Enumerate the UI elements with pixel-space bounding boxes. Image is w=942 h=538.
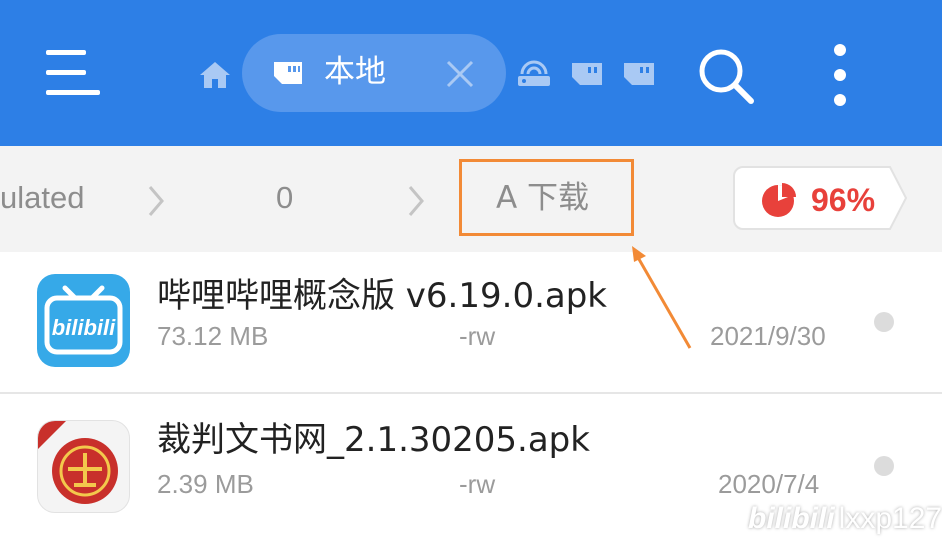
search-icon[interactable] [696,46,756,106]
file-date: 2020/7/4 [718,469,820,499]
storage-usage-percent: 96% [811,182,876,218]
select-checkbox[interactable] [874,456,894,476]
court-document-app-icon [37,420,130,513]
watermark: bilibili lxxp127 [748,500,942,538]
badge-tip [886,166,908,230]
bilibili-app-icon: bilibili [37,274,130,367]
breadcrumb-item[interactable]: 0 [276,176,293,220]
top-toolbar: 本地 [0,0,942,146]
menu-icon[interactable] [46,50,102,96]
tab-label: 本地 [324,54,386,90]
breadcrumb-item[interactable]: ulated [0,176,84,220]
highlight-annotation [459,159,634,236]
list-item[interactable]: bilibili 哔哩哔哩概念版 v6.19.0.apk 73.12 MB -r… [0,252,942,394]
file-permission: -rw [459,469,496,499]
watermark-logo: bilibili [748,502,835,535]
sd-card-icon [274,62,302,84]
storage-usage-badge[interactable]: 96% [733,166,889,230]
annotation-arrow [632,246,692,349]
app-icon-text: bilibili [52,315,116,340]
chevron-right-icon [408,186,424,216]
sd-card-icon[interactable] [570,60,604,88]
select-checkbox[interactable] [874,312,894,332]
file-size: 73.12 MB [157,321,269,351]
file-name: 裁判文书网_2.1.30205.apk [157,420,590,460]
watermark-user: lxxp127 [838,502,942,535]
tab-local[interactable]: 本地 [242,34,506,112]
home-icon[interactable] [198,60,232,90]
file-date: 2021/9/30 [710,321,826,351]
pie-chart-icon [762,183,796,217]
close-icon[interactable] [442,56,478,92]
chevron-right-icon [148,186,164,216]
sd-card-icon[interactable] [622,60,656,88]
file-name: 哔哩哔哩概念版 v6.19.0.apk [157,276,607,316]
more-vertical-icon[interactable] [830,44,850,106]
file-size: 2.39 MB [157,469,254,499]
network-icon[interactable] [516,60,552,88]
file-permission: -rw [459,321,496,351]
